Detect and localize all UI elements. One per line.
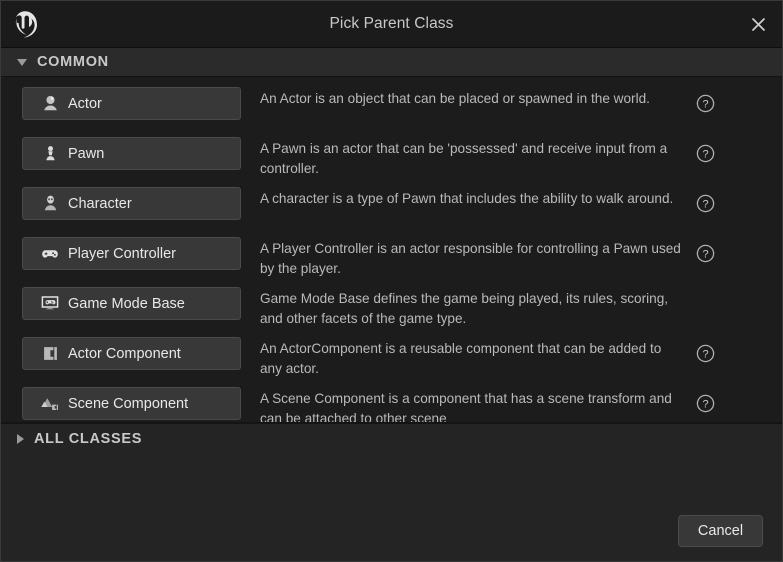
character-icon bbox=[41, 195, 59, 213]
help-slot: ? bbox=[683, 237, 727, 270]
class-button-pawn[interactable]: Pawn bbox=[22, 137, 241, 170]
close-icon[interactable] bbox=[735, 1, 782, 48]
class-row: Character A character is a type of Pawn … bbox=[1, 187, 782, 237]
help-icon[interactable]: ? bbox=[696, 144, 715, 163]
class-list: Actor An Actor is an object that can be … bbox=[1, 77, 782, 423]
help-slot: ? bbox=[683, 337, 727, 370]
class-button-character[interactable]: Character bbox=[22, 187, 241, 220]
class-description: A character is a type of Pawn that inclu… bbox=[241, 187, 683, 209]
class-name: Scene Component bbox=[68, 396, 188, 412]
help-icon[interactable]: ? bbox=[696, 194, 715, 213]
pawn-icon bbox=[41, 145, 59, 163]
class-name: Character bbox=[68, 196, 132, 212]
class-name: Pawn bbox=[68, 146, 104, 162]
class-name: Actor Component bbox=[68, 346, 181, 362]
triangle-right-icon bbox=[17, 434, 24, 444]
class-button-actor-component[interactable]: Actor Component bbox=[22, 337, 241, 370]
help-slot: ? bbox=[683, 187, 727, 220]
class-description: A Scene Component is a component that ha… bbox=[241, 387, 683, 423]
triangle-down-icon bbox=[17, 59, 27, 66]
class-row: Player Controller A Player Controller is… bbox=[1, 237, 782, 287]
gamepad-icon bbox=[41, 245, 59, 263]
section-header-all-classes[interactable]: ALL CLASSES bbox=[1, 423, 782, 453]
section-header-common[interactable]: COMMON bbox=[1, 48, 782, 77]
cancel-button[interactable]: Cancel bbox=[678, 515, 763, 547]
svg-text:?: ? bbox=[702, 199, 708, 211]
dialog-title: Pick Parent Class bbox=[1, 15, 782, 33]
svg-text:?: ? bbox=[702, 249, 708, 261]
help-slot-empty bbox=[683, 287, 727, 320]
class-description: An Actor is an object that can be placed… bbox=[241, 87, 683, 109]
class-button-scene-component[interactable]: Scene Component bbox=[22, 387, 241, 420]
class-description: Game Mode Base defines the game being pl… bbox=[241, 287, 683, 329]
section-label-all-classes: ALL CLASSES bbox=[34, 431, 142, 447]
svg-text:?: ? bbox=[702, 149, 708, 161]
svg-text:?: ? bbox=[702, 399, 708, 411]
dialog-footer: Cancel bbox=[1, 453, 782, 561]
class-row: Actor Component An ActorComponent is a r… bbox=[1, 337, 782, 387]
class-name: Game Mode Base bbox=[68, 296, 185, 312]
actor-component-icon bbox=[41, 345, 59, 363]
help-icon[interactable]: ? bbox=[696, 394, 715, 413]
help-icon[interactable]: ? bbox=[696, 94, 715, 113]
class-name: Actor bbox=[68, 96, 102, 112]
class-description: A Pawn is an actor that can be 'possesse… bbox=[241, 137, 683, 179]
svg-text:?: ? bbox=[702, 349, 708, 361]
class-button-actor[interactable]: Actor bbox=[22, 87, 241, 120]
class-name: Player Controller bbox=[68, 246, 176, 262]
help-icon[interactable]: ? bbox=[696, 344, 715, 363]
class-list-scroll-area[interactable]: Actor An Actor is an object that can be … bbox=[1, 77, 782, 423]
help-slot: ? bbox=[683, 137, 727, 170]
game-mode-icon bbox=[41, 295, 59, 313]
svg-text:?: ? bbox=[702, 99, 708, 111]
class-description: A Player Controller is an actor responsi… bbox=[241, 237, 683, 279]
help-slot: ? bbox=[683, 87, 727, 120]
help-slot: ? bbox=[683, 387, 727, 420]
class-description: An ActorComponent is a reusable componen… bbox=[241, 337, 683, 379]
actor-icon bbox=[41, 95, 59, 113]
help-icon[interactable]: ? bbox=[696, 244, 715, 263]
class-row: Pawn A Pawn is an actor that can be 'pos… bbox=[1, 137, 782, 187]
class-row: Game Mode Base Game Mode Base defines th… bbox=[1, 287, 782, 337]
unreal-engine-logo bbox=[1, 1, 48, 48]
pick-parent-class-dialog: Pick Parent Class COMMON bbox=[0, 0, 783, 562]
class-row: Actor An Actor is an object that can be … bbox=[1, 87, 782, 137]
class-row: Scene Component A Scene Component is a c… bbox=[1, 387, 782, 423]
class-button-game-mode-base[interactable]: Game Mode Base bbox=[22, 287, 241, 320]
title-bar: Pick Parent Class bbox=[1, 1, 782, 48]
class-button-player-controller[interactable]: Player Controller bbox=[22, 237, 241, 270]
scene-component-icon bbox=[41, 395, 59, 413]
section-label-common: COMMON bbox=[37, 54, 109, 70]
